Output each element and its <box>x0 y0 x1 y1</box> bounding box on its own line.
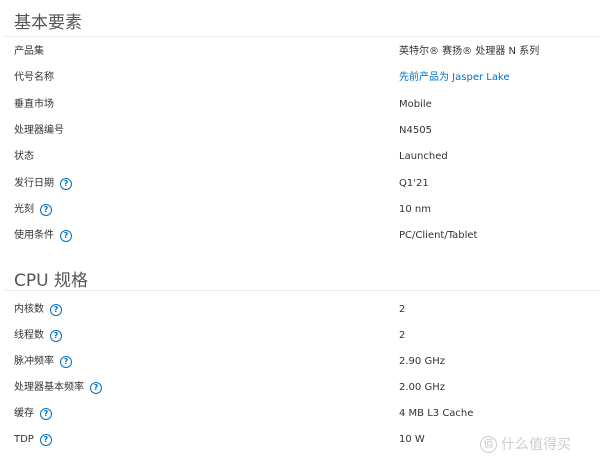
help-icon[interactable]: ? <box>40 408 52 420</box>
spec-label: 使用条件? <box>14 226 72 246</box>
spec-row: 代号名称 先前产品为 Jasper Lake <box>0 68 600 88</box>
spec-value: N4505 <box>399 125 432 136</box>
spec-label: 垂直市场 <box>14 95 54 115</box>
help-icon[interactable]: ? <box>60 230 72 242</box>
spec-value: 2.90 GHz <box>399 356 445 367</box>
spec-value: 2.00 GHz <box>399 382 445 393</box>
spec-label: TDP? <box>14 430 52 450</box>
spec-label-text: 内核数 <box>14 304 44 315</box>
help-icon[interactable]: ? <box>40 204 52 216</box>
spec-label: 光刻? <box>14 200 52 220</box>
spec-label-text: TDP <box>14 434 34 445</box>
help-icon[interactable]: ? <box>60 178 72 190</box>
watermark-logo: 值 <box>480 435 497 453</box>
spec-label-text: 处理器编号 <box>14 125 64 136</box>
spec-row: 缓存? 4 MB L3 Cache <box>0 404 600 424</box>
spec-label-text: 垂直市场 <box>14 99 54 110</box>
spec-label-text: 线程数 <box>14 330 44 341</box>
spec-label: 状态 <box>14 147 34 167</box>
spec-label-text: 发行日期 <box>14 178 54 189</box>
spec-label-text: 处理器基本频率 <box>14 382 84 393</box>
spec-value: 2 <box>399 330 406 341</box>
spec-label: 缓存? <box>14 404 52 424</box>
spec-row: 处理器基本频率? 2.00 GHz <box>0 378 600 398</box>
spec-value: 10 W <box>399 434 425 445</box>
spec-label: 处理器编号 <box>14 121 64 141</box>
watermark-text: 什么值得买 <box>501 437 571 453</box>
spec-row: 状态 Launched <box>0 147 600 167</box>
spec-row: 产品集 英特尔® 赛扬® 处理器 N 系列 <box>0 42 600 62</box>
spec-label: 代号名称 <box>14 68 54 88</box>
spec-label-text: 脉冲频率 <box>14 356 54 367</box>
spec-label: 线程数? <box>14 326 62 346</box>
help-icon[interactable]: ? <box>50 304 62 316</box>
spec-row: 线程数? 2 <box>0 326 600 346</box>
spec-value: 2 <box>399 304 406 315</box>
spec-value: Launched <box>399 151 448 162</box>
spec-row: 内核数? 2 <box>0 300 600 320</box>
spec-label: 处理器基本频率? <box>14 378 102 398</box>
spec-label: 脉冲频率? <box>14 352 72 372</box>
spec-label-text: 状态 <box>14 151 34 162</box>
spec-value: 英特尔® 赛扬® 处理器 N 系列 <box>399 46 540 57</box>
spec-label-text: 缓存 <box>14 408 34 419</box>
watermark: 值什么值得买 <box>480 434 571 454</box>
spec-value: PC/Client/Tablet <box>399 230 478 241</box>
divider <box>4 36 600 37</box>
help-icon[interactable]: ? <box>50 330 62 342</box>
spec-label: 发行日期? <box>14 174 72 194</box>
spec-label: 产品集 <box>14 42 44 62</box>
spec-value: Q1'21 <box>399 178 429 189</box>
section-title: CPU 规格 <box>14 271 88 291</box>
spec-value: Mobile <box>399 99 432 110</box>
spec-row: 处理器编号 N4505 <box>0 121 600 141</box>
spec-label-text: 代号名称 <box>14 72 54 83</box>
divider <box>4 290 600 291</box>
help-icon[interactable]: ? <box>39 434 52 446</box>
help-icon[interactable]: ? <box>60 356 72 368</box>
spec-value: 10 nm <box>399 204 431 215</box>
spec-label-text: 光刻 <box>14 204 34 215</box>
spec-row: 使用条件? PC/Client/Tablet <box>0 226 600 246</box>
spec-value-link[interactable]: 先前产品为 Jasper Lake <box>399 68 510 88</box>
spec-row: 发行日期? Q1'21 <box>0 174 600 194</box>
help-icon[interactable]: ? <box>90 382 102 394</box>
spec-label-text: 产品集 <box>14 46 44 57</box>
spec-value: 4 MB L3 Cache <box>399 408 474 419</box>
spec-row: 光刻? 10 nm <box>0 200 600 220</box>
spec-row: 脉冲频率? 2.90 GHz <box>0 352 600 372</box>
spec-label-text: 使用条件 <box>14 230 54 241</box>
section-title: 基本要素 <box>14 13 82 33</box>
spec-row: 垂直市场 Mobile <box>0 95 600 115</box>
spec-label: 内核数? <box>14 300 62 320</box>
